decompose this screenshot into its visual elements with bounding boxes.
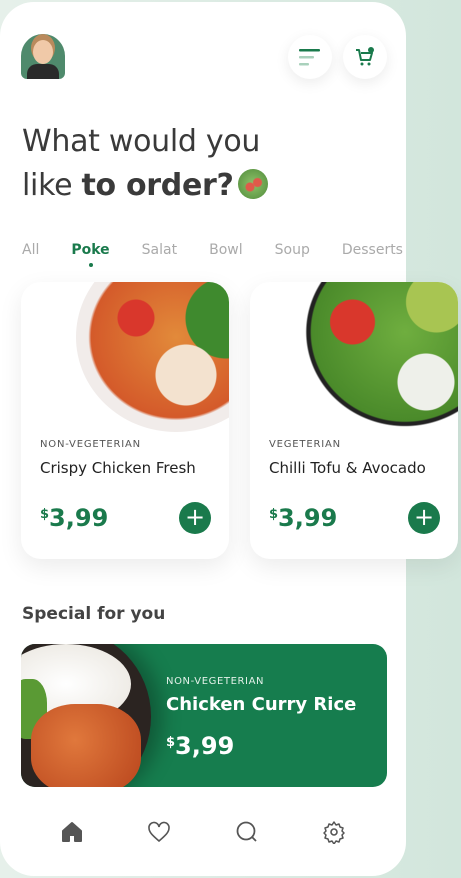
bottom-nav: [0, 820, 406, 845]
home-icon[interactable]: [60, 820, 84, 844]
food-card[interactable]: NON-VEGETERIAN Crispy Chicken Fresh $3,9…: [21, 282, 229, 559]
avatar[interactable]: [21, 34, 65, 79]
tab-bowl[interactable]: Bowl: [209, 242, 243, 258]
cart-button[interactable]: [343, 35, 387, 79]
add-to-cart-button[interactable]: +: [179, 502, 211, 534]
salad-emoji-icon: [237, 169, 268, 199]
menu-icon: [299, 49, 320, 66]
gear-icon[interactable]: [322, 820, 346, 845]
tab-salat[interactable]: Salat: [142, 242, 177, 258]
category-tabs: All Poke Salat Bowl Soup Desserts: [22, 242, 435, 267]
tab-poke[interactable]: Poke: [71, 242, 110, 267]
cart-icon: [356, 47, 374, 66]
search-icon[interactable]: [235, 820, 259, 844]
section-title: Special for you: [22, 604, 166, 624]
add-to-cart-button[interactable]: +: [408, 502, 440, 534]
food-card[interactable]: VEGETERIAN Chilli Tofu & Avocado $3,99 +: [250, 282, 458, 559]
page-title: What would you like to order?: [22, 120, 268, 208]
tab-all[interactable]: All: [22, 242, 39, 258]
heart-icon[interactable]: [147, 820, 171, 844]
tab-desserts[interactable]: Desserts: [342, 242, 403, 258]
special-card[interactable]: NON-VEGETERIAN Chicken Curry Rice $3,99: [21, 644, 387, 787]
menu-button[interactable]: [288, 35, 332, 79]
tab-soup[interactable]: Soup: [275, 242, 310, 258]
